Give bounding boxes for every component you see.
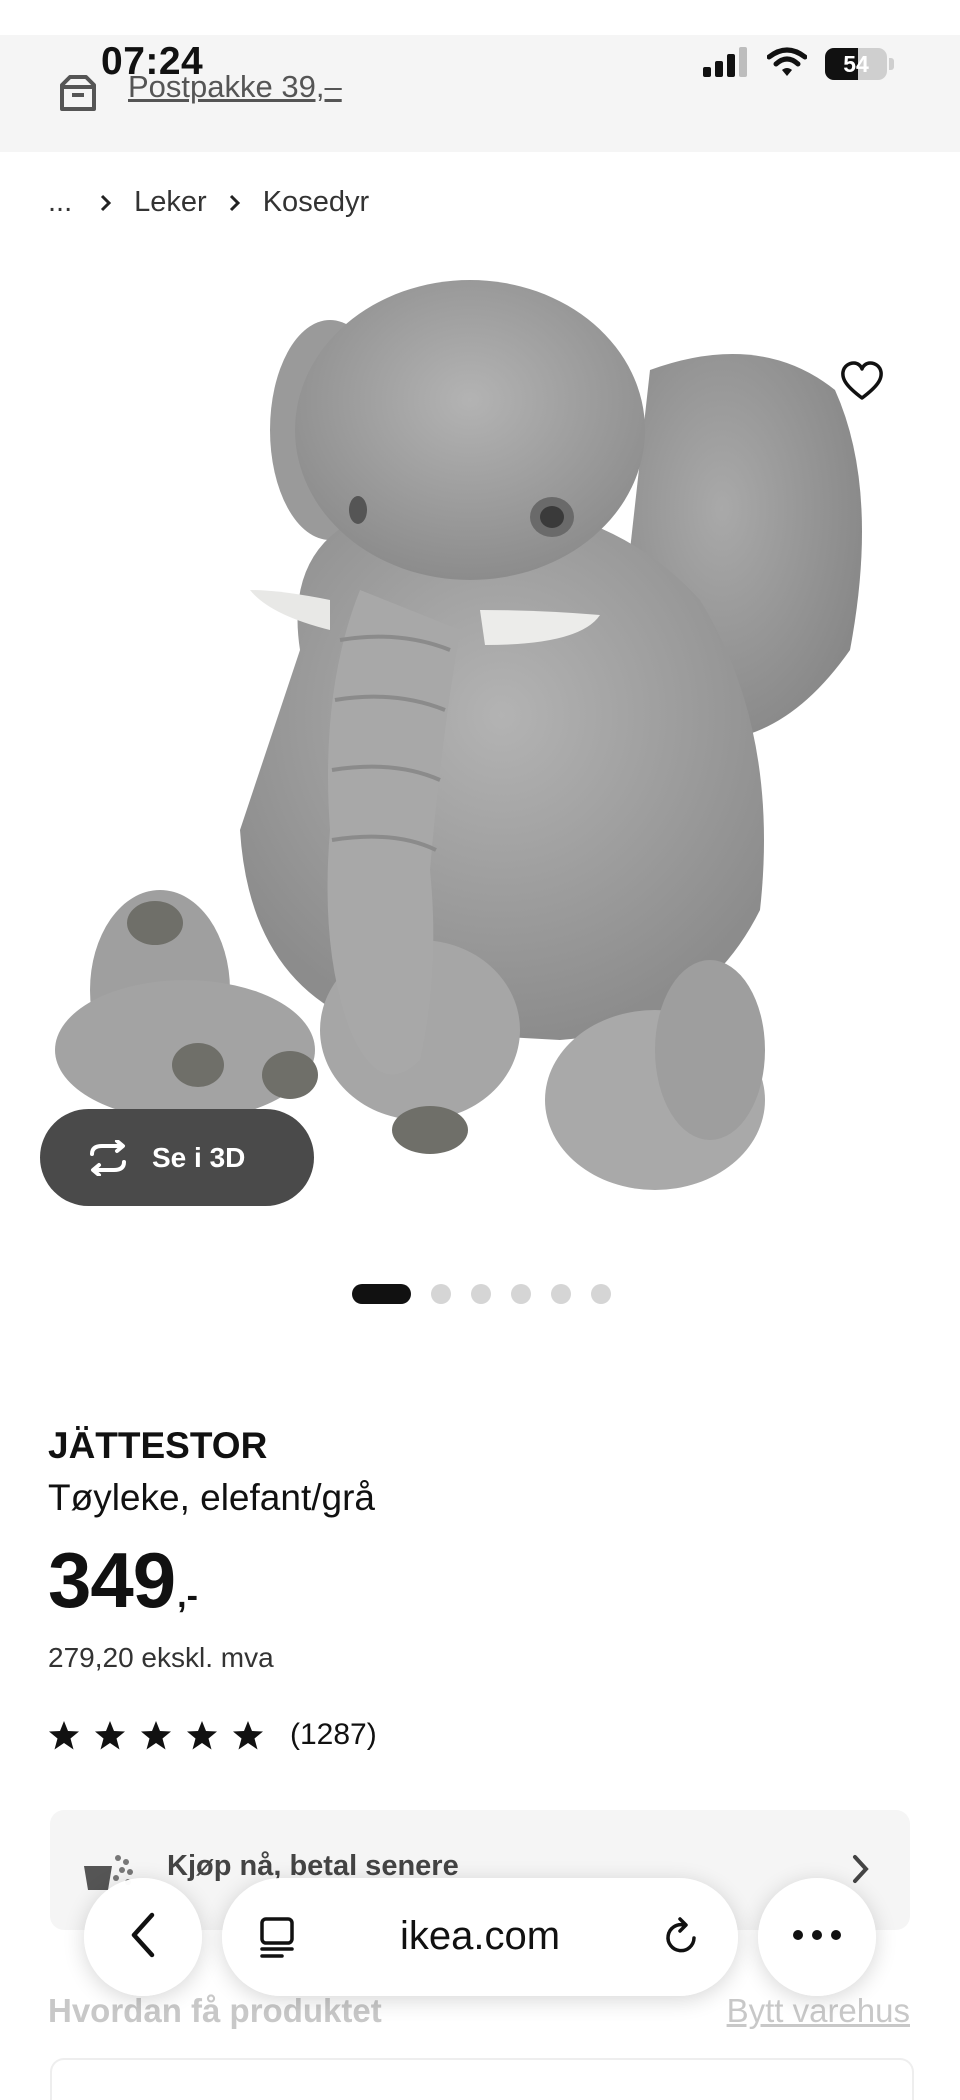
cellular-signal-icon	[703, 46, 749, 82]
price-suffix: ,-	[177, 1577, 198, 1615]
more-icon	[792, 1928, 842, 1946]
chevron-right-icon	[229, 194, 241, 212]
breadcrumb-item-leker[interactable]: Leker	[134, 186, 207, 219]
elephant-plush-image[interactable]	[0, 270, 960, 1250]
chevron-right-icon	[100, 194, 112, 212]
star-icon	[49, 1720, 79, 1749]
change-store-link[interactable]: Bytt varehus	[727, 1992, 910, 2030]
product-name: JÄTTESTOR	[48, 1425, 268, 1466]
battery-icon: 54	[825, 48, 887, 80]
star-icon	[95, 1720, 125, 1749]
chevron-right-icon	[852, 1854, 870, 1889]
star-icon	[233, 1720, 263, 1749]
carousel-dot[interactable]	[352, 1284, 411, 1304]
breadcrumb-item-kosedyr[interactable]: Kosedyr	[263, 186, 369, 219]
wifi-icon	[766, 47, 808, 82]
delivery-option-card[interactable]	[50, 2058, 914, 2100]
delivery-price-link[interactable]: Postpakke 39,–	[128, 69, 342, 105]
rotate-3d-icon	[82, 1139, 134, 1176]
product-rating[interactable]: (1287)	[48, 1718, 377, 1752]
carousel-dot[interactable]	[551, 1284, 571, 1304]
view-in-3d-button[interactable]: Se i 3D	[40, 1109, 314, 1206]
view-in-3d-label: Se i 3D	[152, 1141, 246, 1173]
star-icon	[187, 1720, 217, 1749]
carousel-indicator	[352, 1284, 611, 1304]
address-bar[interactable]: ikea.com	[222, 1878, 738, 1996]
delivery-section-title: Hvordan få produktet	[48, 1992, 382, 2029]
battery-nub	[889, 58, 894, 70]
url-text[interactable]: ikea.com	[222, 1914, 738, 1959]
browser-more-button[interactable]	[758, 1878, 876, 1996]
star-icon	[141, 1720, 171, 1749]
battery-level: 54	[843, 50, 869, 77]
parcel-icon	[58, 73, 98, 118]
wishlist-button[interactable]	[832, 353, 892, 413]
breadcrumb-ellipsis[interactable]: ...	[48, 186, 72, 219]
price-ex-vat: 279,20 ekskl. mva	[48, 1642, 274, 1673]
product-price: 349 ,-	[48, 1535, 198, 1626]
status-icons: 54	[703, 44, 894, 84]
product-description: Tøyleke, elefant/grå	[48, 1477, 375, 1518]
breadcrumb: ... Leker Kosedyr	[48, 186, 369, 219]
carousel-dot[interactable]	[431, 1284, 451, 1304]
price-value: 349	[48, 1536, 176, 1624]
carousel-dot[interactable]	[471, 1284, 491, 1304]
browser-back-button[interactable]	[84, 1878, 202, 1996]
heart-icon	[840, 360, 884, 406]
rating-stars	[48, 1720, 264, 1751]
review-count: (1287)	[290, 1718, 377, 1751]
reload-icon[interactable]	[662, 1916, 702, 1963]
carousel-dot[interactable]	[591, 1284, 611, 1304]
chevron-left-icon	[128, 1911, 158, 1964]
carousel-dot[interactable]	[511, 1284, 531, 1304]
